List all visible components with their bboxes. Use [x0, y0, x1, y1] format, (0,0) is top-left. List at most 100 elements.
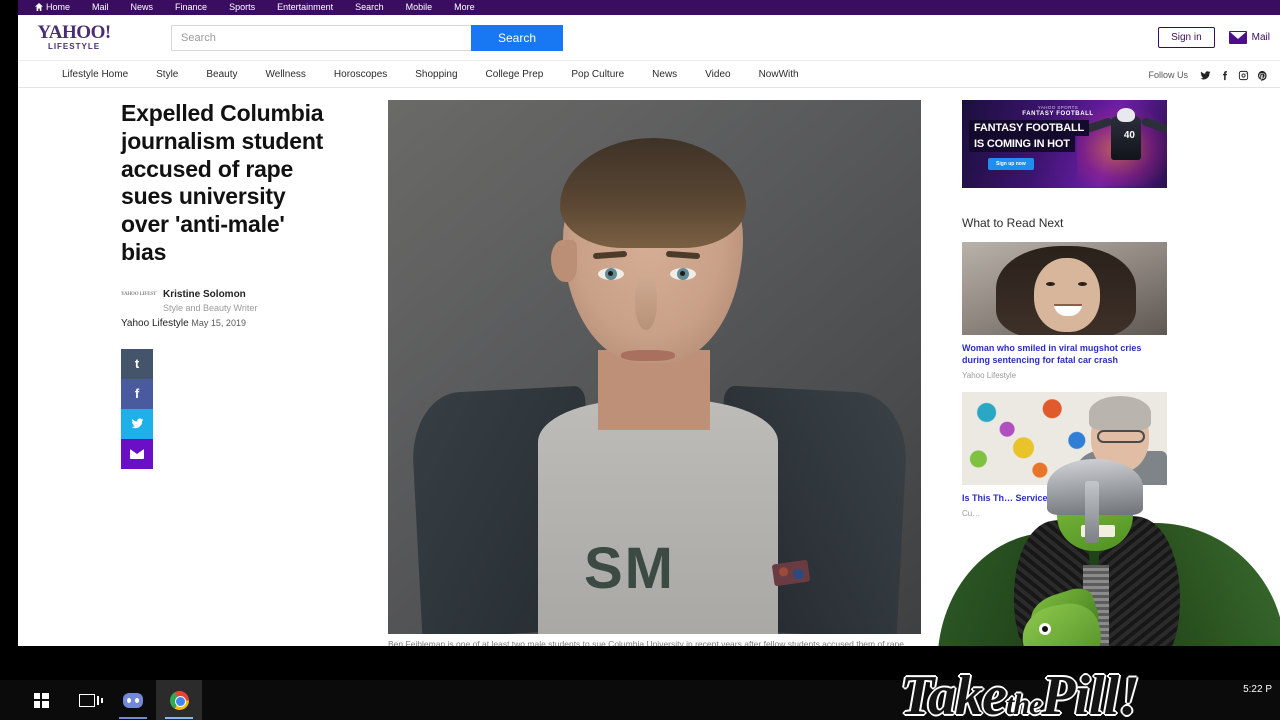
topnav-item-search[interactable]: Search: [344, 0, 395, 15]
subnav-item-nowwith[interactable]: NowWith: [745, 69, 813, 80]
yahoo-lifestyle-mark: YAHOO LIFESTYLE: [121, 291, 157, 297]
banner-word-pill: Pill!: [1041, 665, 1140, 720]
mail-label: Mail: [1251, 32, 1270, 43]
related-article-source: Yahoo Lifestyle: [962, 371, 1017, 381]
yahoo-lifestyle-logo[interactable]: YAHOO! LIFESTYLE: [34, 22, 114, 51]
discord-taskbar-button[interactable]: [110, 680, 156, 720]
topnav-item-entertainment[interactable]: Entertainment: [266, 0, 344, 15]
ad-jersey-number: 40: [1123, 130, 1135, 141]
article-hero-photo: SM: [388, 100, 921, 634]
email-share-button[interactable]: [121, 438, 153, 469]
lifestyle-subnav: Lifestyle Home Style Beauty Wellness Hor…: [18, 60, 1280, 88]
subnav-item-wellness[interactable]: Wellness: [252, 69, 320, 80]
subnav-item-pop-culture[interactable]: Pop Culture: [557, 69, 638, 80]
related-thumbnail-doctor[interactable]: [962, 392, 1167, 486]
what-to-read-next-heading: What to Read Next: [962, 216, 1064, 230]
related-article-title[interactable]: Woman who smiled in viral mugshot cries …: [962, 342, 1167, 366]
subnav-item-lifestyle-home[interactable]: Lifestyle Home: [48, 69, 142, 80]
banner-word-the: the: [1005, 688, 1042, 720]
logo-wordmark: YAHOO!: [37, 22, 111, 43]
topnav-label-home: Home: [46, 2, 71, 12]
take-the-pill-banner: TakethePill!: [900, 664, 1280, 720]
ad-brand-top: YAHOO SPORTS: [1037, 105, 1079, 110]
ad-brand-name: FANTASY FOOTBALL: [1022, 111, 1094, 117]
envelope-icon: [130, 448, 144, 459]
follow-us-group: Follow Us: [1148, 61, 1268, 89]
yahoo-global-nav: Home Mail News Finance Sports Entertainm…: [18, 0, 1280, 15]
byline-publication-row: Yahoo Lifestyle May 15, 2019: [121, 318, 351, 329]
fantasy-football-ad[interactable]: 40 YAHOO SPORTS FANTASY FOOTBALL FANTASY…: [962, 100, 1167, 188]
thumb-eye-left: [1046, 282, 1055, 286]
photo-pupil-left: [608, 271, 613, 276]
related-article-item[interactable]: Woman who smiled in viral mugshot cries …: [962, 242, 1167, 380]
search-input[interactable]: [171, 24, 471, 51]
facebook-share-button[interactable]: f: [121, 378, 153, 409]
thumb-eye-right: [1078, 282, 1087, 286]
page-title: Expelled Columbia journalism student acc…: [121, 100, 324, 266]
photo-caption: Ben Feibleman is one of at least two mal…: [388, 639, 907, 646]
tumblr-share-button[interactable]: t: [121, 348, 153, 379]
ad-player-helmet: [1117, 108, 1135, 122]
banner-word-take: Take: [900, 665, 1007, 720]
site-header: YAHOO! LIFESTYLE Search Sign in Mail: [18, 15, 1280, 60]
topnav-item-news[interactable]: News: [120, 0, 165, 15]
photo-pupil-right: [680, 271, 685, 276]
ad-headline-line1: FANTASY FOOTBALL: [969, 120, 1090, 136]
article-left-column: Expelled Columbia journalism student acc…: [18, 100, 388, 646]
ad-headline-line2: IS COMING IN HOT: [969, 136, 1075, 152]
subnav-item-style[interactable]: Style: [142, 69, 192, 80]
related-article-item[interactable]: Is This Th… Service? Cu…: [962, 392, 1167, 518]
byline-date: May 15, 2019: [191, 317, 246, 328]
facebook-icon[interactable]: [1219, 70, 1230, 81]
discord-icon: [123, 692, 143, 708]
photo-hair: [560, 138, 746, 248]
twitter-bird-icon: [131, 418, 143, 429]
subnav-item-beauty[interactable]: Beauty: [192, 69, 251, 80]
thumb-doctor-hair: [1089, 396, 1151, 431]
subnav-item-horoscopes[interactable]: Horoscopes: [320, 69, 401, 80]
topnav-item-mail[interactable]: Mail: [81, 0, 120, 15]
subnav-item-news[interactable]: News: [638, 69, 691, 80]
logo-subbrand: LIFESTYLE: [47, 42, 101, 51]
search-button[interactable]: Search: [471, 24, 563, 51]
article-photo-column: SM Ben Feibleman is one of at least two …: [388, 100, 923, 646]
task-view-button[interactable]: [64, 680, 110, 720]
screen: Home Mail News Finance Sports Entertainm…: [0, 0, 1280, 720]
start-button[interactable]: [18, 680, 64, 720]
envelope-icon: [1228, 31, 1247, 44]
subnav-item-shopping[interactable]: Shopping: [401, 69, 471, 80]
mail-link[interactable]: Mail: [1228, 31, 1270, 44]
ad-signup-button[interactable]: Sign up now: [988, 158, 1034, 170]
topnav-item-home[interactable]: Home: [24, 0, 81, 15]
topnav-item-sports[interactable]: Sports: [218, 0, 266, 15]
subnav-item-college-prep[interactable]: College Prep: [472, 69, 558, 80]
pinterest-icon[interactable]: [1257, 70, 1268, 81]
chrome-icon: [169, 690, 189, 710]
byline-publication: Yahoo Lifestyle: [121, 317, 189, 329]
right-rail: 40 YAHOO SPORTS FANTASY FOOTBALL FANTASY…: [962, 100, 1187, 646]
chrome-taskbar-button[interactable]: [156, 680, 202, 720]
instagram-icon[interactable]: [1238, 70, 1249, 81]
byline: YAHOO LIFESTYLE Kristine Solomon Style a…: [121, 289, 351, 329]
header-actions: Sign in Mail: [1158, 15, 1270, 60]
share-buttons: t f: [121, 348, 153, 469]
photo-ear: [551, 240, 577, 282]
thumb-face: [1034, 258, 1100, 332]
article-layout: Expelled Columbia journalism student acc…: [18, 88, 1280, 646]
home-icon: [35, 1, 43, 11]
task-view-icon: [79, 693, 103, 707]
byline-author[interactable]: Kristine Solomon: [163, 289, 246, 300]
topnav-item-more[interactable]: More: [443, 0, 486, 15]
topnav-item-finance[interactable]: Finance: [164, 0, 218, 15]
twitter-share-button[interactable]: [121, 408, 153, 439]
follow-us-label: Follow Us: [1148, 70, 1188, 80]
photo-mouth: [621, 350, 675, 361]
subnav-item-video[interactable]: Video: [691, 69, 744, 80]
related-article-title[interactable]: Is This Th… Service?: [962, 492, 1167, 504]
photo-nose: [635, 276, 657, 330]
topnav-item-mobile[interactable]: Mobile: [395, 0, 444, 15]
related-thumbnail-mugshot[interactable]: [962, 242, 1167, 335]
twitter-icon[interactable]: [1200, 70, 1211, 81]
sign-in-button[interactable]: Sign in: [1158, 27, 1215, 48]
byline-role: Style and Beauty Writer: [163, 302, 258, 313]
